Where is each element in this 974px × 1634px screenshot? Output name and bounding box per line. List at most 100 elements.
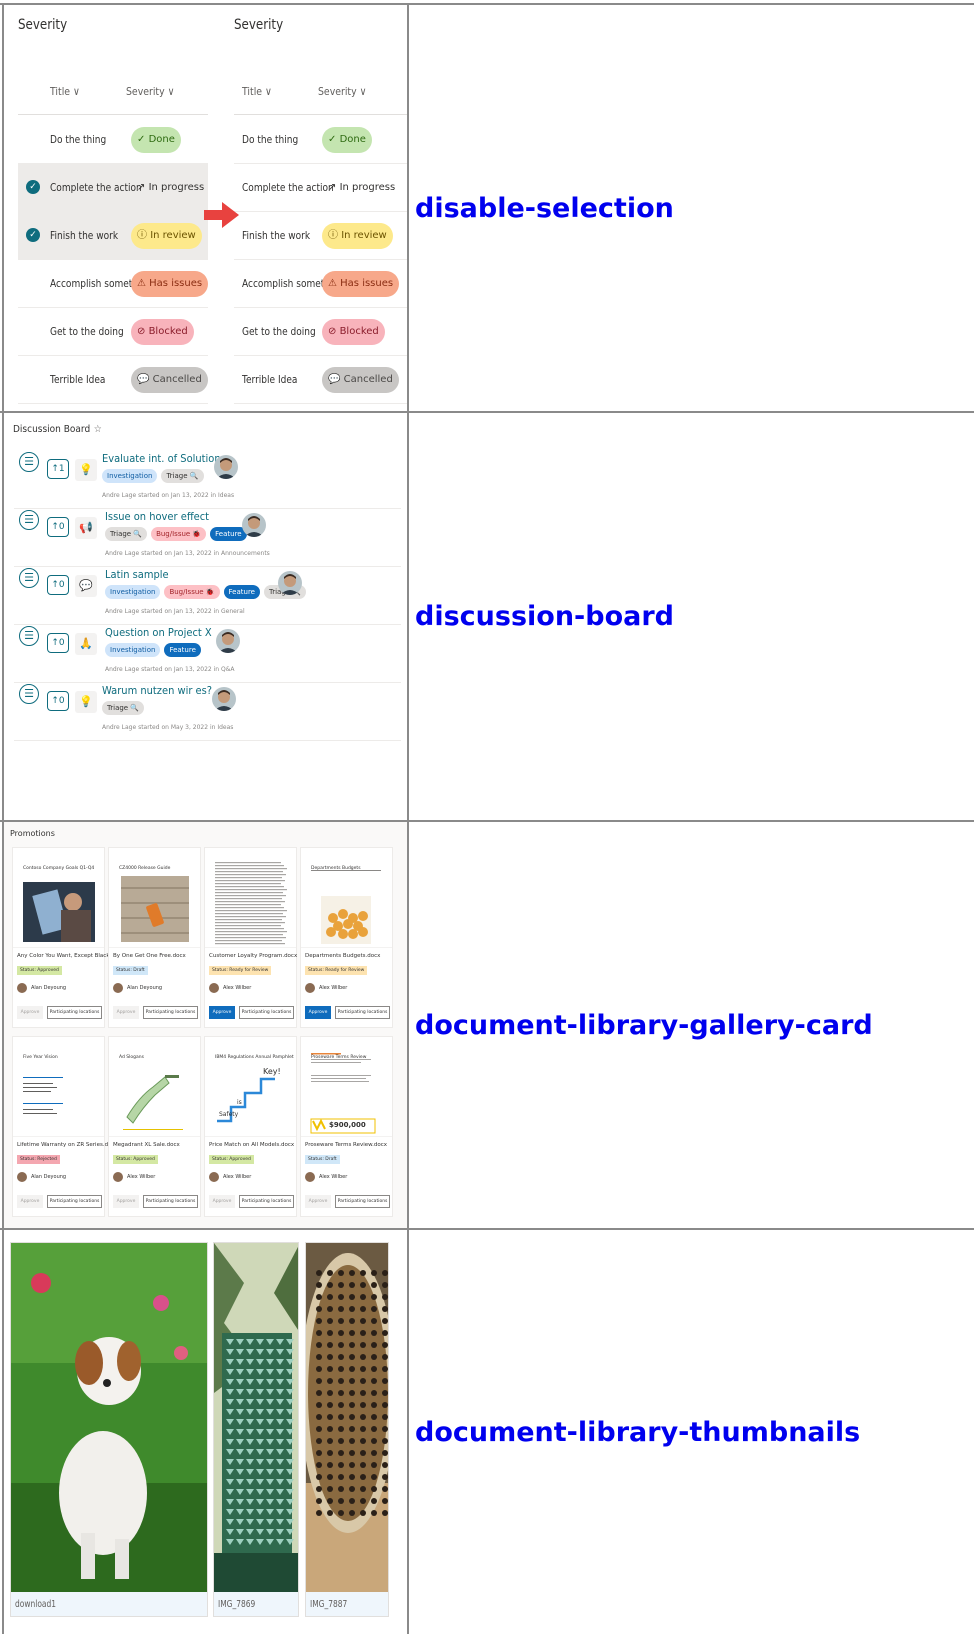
- discussion-item[interactable]: ☰ ↑0 📢 Issue on hover effect Triage 🔍 Bug/Iss…: [14, 507, 401, 567]
- gallery-card[interactable]: Departments Budgets Departments Budgets.d…: [300, 847, 393, 1028]
- table-row[interactable]: Accomplish something ⚠ Has issues: [234, 259, 407, 308]
- link-document-library-thumbnails[interactable]: document-library-thumbnails: [413, 1417, 860, 1448]
- gallery-card[interactable]: Ad Slogans Megadrant XL Sale.docx Status: …: [108, 1036, 201, 1217]
- table-row[interactable]: Do the thing ✓ Done: [234, 115, 407, 164]
- participating-locations-button[interactable]: Participating locations: [239, 1195, 294, 1208]
- tag[interactable]: Feature: [210, 527, 247, 541]
- table-row[interactable]: Finish the work ⓘ In review: [234, 211, 407, 260]
- tag[interactable]: Investigation: [105, 585, 161, 599]
- discussion-item[interactable]: ☰ ↑0 💡 Warum nutzen wir es? Triage 🔍 Andre La…: [14, 681, 401, 741]
- discussion-title[interactable]: Question on Project X: [105, 626, 212, 639]
- check-icon[interactable]: ✓: [26, 228, 40, 242]
- tag[interactable]: Triage 🔍: [105, 527, 148, 541]
- gallery-card[interactable]: Five Year Vision Lifetime Warranty on ZR …: [12, 1036, 118, 1217]
- gallery-card[interactable]: Customer Loyalty Program.docx Status: Rea…: [204, 847, 297, 1028]
- card-thumbnail[interactable]: Ad Slogans: [109, 1037, 200, 1137]
- card-thumbnail[interactable]: Proseware Terms Review $900,000: [301, 1037, 392, 1137]
- table-row[interactable]: Get to the doing ⊘ Blocked: [234, 307, 407, 356]
- link-disable-selection[interactable]: disable-selection: [413, 193, 674, 224]
- approve-button[interactable]: Approve: [17, 1195, 43, 1208]
- file-name[interactable]: Proseware Terms Review.docx: [305, 1142, 387, 1148]
- table-row[interactable]: Get to the doing ⊘ Blocked: [18, 307, 208, 356]
- table-row[interactable]: Terrible Idea 💬 Cancelled: [234, 355, 407, 404]
- thumbnail-image[interactable]: [306, 1243, 388, 1592]
- upvote-button[interactable]: ↑1: [47, 459, 69, 479]
- thumbnail-caption[interactable]: download1: [15, 1599, 56, 1610]
- table-row[interactable]: Accomplish something ⚠ Has issues: [18, 259, 209, 308]
- check-icon[interactable]: ✓: [26, 180, 40, 194]
- favorite-star-icon[interactable]: ☆: [94, 424, 102, 435]
- thumbnail-tile[interactable]: download1: [10, 1242, 208, 1617]
- tag[interactable]: Bug/Issue 🐞: [151, 527, 207, 541]
- gallery-card[interactable]: Contoso Company Goals Q1-Q4 Any Color You…: [12, 847, 124, 1028]
- participating-locations-button[interactable]: Participating locations: [239, 1006, 294, 1019]
- file-name[interactable]: Departments Budgets.docx: [305, 953, 380, 959]
- file-name[interactable]: Megadrant XL Sale.docx: [113, 1142, 180, 1148]
- participating-locations-button[interactable]: Participating locations: [143, 1006, 198, 1019]
- thumbnail-image[interactable]: [214, 1243, 298, 1592]
- table-row[interactable]: ✓ Complete the action ↗ In progress: [18, 163, 208, 212]
- menu-icon[interactable]: ☰: [19, 510, 39, 530]
- tag[interactable]: Bug/Issue 🐞: [164, 585, 220, 599]
- approve-button[interactable]: Approve: [209, 1195, 235, 1208]
- approve-button[interactable]: Approve: [113, 1006, 139, 1019]
- link-discussion-board[interactable]: discussion-board: [413, 601, 674, 632]
- approve-button[interactable]: Approve: [305, 1006, 331, 1019]
- avatar[interactable]: [216, 629, 240, 653]
- file-name[interactable]: By One Get One Free.docx: [113, 953, 186, 959]
- gallery-card[interactable]: CZ4000 Release Guide By One Get One Free.…: [108, 847, 201, 1028]
- column-header-severity[interactable]: Severity ∨: [126, 85, 174, 98]
- gallery-card[interactable]: Proseware Terms Review $900,000 Proseware …: [300, 1036, 393, 1217]
- discussion-title[interactable]: Warum nutzen wir es?: [102, 684, 212, 697]
- table-row[interactable]: Complete the action ↗ In progress: [234, 163, 407, 212]
- card-thumbnail[interactable]: Five Year Vision: [13, 1037, 104, 1137]
- participating-locations-button[interactable]: Participating locations: [335, 1195, 390, 1208]
- thumbnail-tile[interactable]: IMG_7887: [305, 1242, 389, 1617]
- link-document-library-gallery-card[interactable]: document-library-gallery-card: [413, 1010, 873, 1041]
- column-header-severity[interactable]: Severity ∨: [318, 85, 366, 98]
- approve-button[interactable]: Approve: [209, 1006, 235, 1019]
- participating-locations-button[interactable]: Participating locations: [143, 1195, 198, 1208]
- tag[interactable]: Investigation: [102, 469, 158, 483]
- upvote-button[interactable]: ↑0: [47, 575, 69, 595]
- approve-button[interactable]: Approve: [113, 1195, 139, 1208]
- upvote-button[interactable]: ↑0: [47, 691, 69, 711]
- discussion-item[interactable]: ☰ ↑1 💡 Evaluate int. of Solution Investigati…: [14, 449, 401, 509]
- discussion-title[interactable]: Latin sample: [105, 568, 169, 581]
- upvote-button[interactable]: ↑0: [47, 517, 69, 537]
- file-name[interactable]: Lifetime Warranty on ZR Series.docx: [17, 1142, 118, 1148]
- menu-icon[interactable]: ☰: [19, 684, 39, 704]
- tag[interactable]: Investigation: [105, 643, 161, 657]
- discussion-item[interactable]: ☰ ↑0 🙏 Question on Project X Investigation Fe…: [14, 623, 401, 683]
- table-row[interactable]: Do the thing ✓ Done: [18, 115, 208, 164]
- tag[interactable]: Triage 🔍: [102, 701, 145, 715]
- card-thumbnail[interactable]: IBM4 Regulations Annual Pamphlet Safety is…: [205, 1037, 296, 1137]
- avatar[interactable]: [212, 687, 236, 711]
- table-row[interactable]: ✓ Finish the work ⓘ In review: [18, 211, 208, 260]
- card-thumbnail[interactable]: Departments Budgets: [301, 848, 392, 948]
- thumbnail-caption[interactable]: IMG_7869: [218, 1599, 255, 1610]
- thumbnail-tile[interactable]: IMG_7869: [213, 1242, 299, 1617]
- approve-button[interactable]: Approve: [305, 1195, 331, 1208]
- participating-locations-button[interactable]: Participating locations: [47, 1195, 102, 1208]
- avatar[interactable]: [278, 571, 302, 595]
- approve-button[interactable]: Approve: [17, 1006, 43, 1019]
- table-row[interactable]: Terrible Idea 💬 Cancelled: [18, 355, 208, 404]
- avatar[interactable]: [242, 513, 266, 537]
- gallery-card[interactable]: IBM4 Regulations Annual Pamphlet Safety is…: [204, 1036, 297, 1217]
- thumbnail-caption[interactable]: IMG_7887: [310, 1599, 347, 1610]
- card-thumbnail[interactable]: Contoso Company Goals Q1-Q4: [13, 848, 104, 948]
- file-name[interactable]: Customer Loyalty Program.docx: [209, 953, 297, 959]
- tag[interactable]: Feature: [223, 585, 260, 599]
- tag[interactable]: Feature: [164, 643, 201, 657]
- tag[interactable]: Triage 🔍: [161, 469, 204, 483]
- participating-locations-button[interactable]: Participating locations: [47, 1006, 102, 1019]
- upvote-button[interactable]: ↑0: [47, 633, 69, 653]
- discussion-title[interactable]: Issue on hover effect: [105, 510, 209, 523]
- menu-icon[interactable]: ☰: [19, 452, 39, 472]
- discussion-item[interactable]: ☰ ↑0 💬 Latin sample Investigation Bug/Issue 🐞…: [14, 565, 401, 625]
- file-name[interactable]: Price Match on All Models.docx: [209, 1142, 294, 1148]
- card-thumbnail[interactable]: [205, 848, 296, 948]
- avatar[interactable]: [214, 455, 238, 479]
- discussion-title[interactable]: Evaluate int. of Solution: [102, 452, 221, 465]
